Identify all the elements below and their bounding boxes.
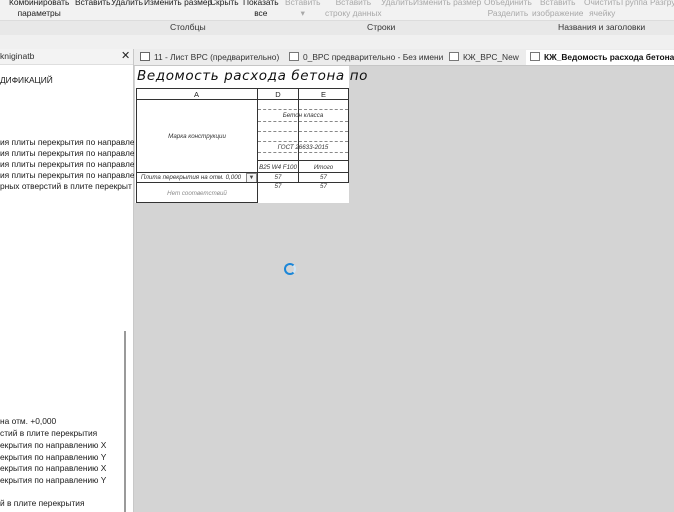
sheet-icon — [140, 52, 150, 61]
header-concrete-class[interactable]: Бетон класса — [258, 112, 348, 119]
browser-item[interactable]: екрытия по направлению X — [0, 463, 106, 473]
row-2-value-e[interactable]: 57 — [299, 183, 348, 190]
grid-line — [136, 202, 257, 203]
insert-row-button[interactable]: Вставить ▾ — [285, 0, 321, 19]
toolbar-gap — [0, 35, 674, 49]
view-icon — [289, 52, 299, 61]
close-icon[interactable]: ✕ — [121, 49, 130, 62]
schedule-table: Ведомость расхода бетона по A D E Марка … — [135, 66, 367, 203]
grid-line — [348, 88, 349, 182]
unhide-all-button[interactable]: Показать все — [243, 0, 279, 19]
header-mark-construction[interactable]: Марка конструкции — [137, 133, 257, 140]
cell-divider — [258, 121, 348, 122]
header-grade[interactable]: В25 W4 F100 — [258, 164, 298, 171]
browser-item[interactable]: екрытия по направлению Y — [0, 452, 106, 462]
column-header-a[interactable]: A — [136, 90, 257, 99]
tab-view-vrs[interactable]: 0_ВРС предварительно - Без имени — [285, 50, 444, 65]
tab-schedule-concrete[interactable]: КЖ_Ведомость расхода бетона... — [526, 50, 674, 65]
group-label-rows: Строки — [367, 22, 396, 32]
merge-unmerge-button[interactable]: Объединить Разделить — [484, 0, 532, 19]
browser-item[interactable]: на отм. +0,000 — [0, 416, 56, 426]
browser-scrollbar[interactable] — [124, 331, 126, 512]
browser-item[interactable]: екрытия по направлению Y — [0, 475, 106, 485]
tab-label: КЖ_ВРС_New — [463, 52, 519, 62]
group-button[interactable]: Группа — [621, 0, 648, 8]
browser-item[interactable]: ия плиты перекрытия по направле — [0, 170, 135, 180]
insert-data-row-button[interactable]: Вставить строку данных — [325, 0, 382, 19]
tab-label: КЖ_Ведомость расхода бетона... — [544, 52, 674, 62]
tab-sheet-11[interactable]: 11 - Лист ВРС (предварительно) — [136, 50, 286, 65]
delete-column-button[interactable]: Удалить — [111, 0, 143, 8]
browser-item[interactable]: стий в плите перекрытия — [0, 428, 97, 438]
row-2-value-d[interactable]: 57 — [258, 183, 298, 190]
ungroup-button[interactable]: Разгру — [650, 0, 674, 8]
cell-divider — [258, 131, 348, 132]
browser-item[interactable]: екрытия по направлению X — [0, 440, 106, 450]
header-total[interactable]: Итого — [299, 164, 348, 171]
cell-divider — [258, 109, 348, 110]
tab-label: 11 - Лист ВРС (предварительно) — [154, 52, 280, 62]
view-canvas[interactable]: Ведомость расхода бетона по A D E Марка … — [134, 66, 674, 512]
browser-item[interactable]: ия плиты перекрытия по направле — [0, 137, 135, 147]
hide-column-button[interactable]: Скрыть — [210, 0, 239, 8]
clear-cell-button[interactable]: Очистить ячейку — [584, 0, 620, 19]
browser-item[interactable]: рных отверстий в плите перекрыт — [0, 181, 132, 191]
schedule-icon — [449, 52, 459, 61]
grid-line — [136, 172, 349, 173]
ribbon-group-bar: Столбцы Строки Названия и заголовки — [0, 20, 674, 35]
row-1-value-d[interactable]: 57 — [258, 174, 298, 181]
combine-parameters-button[interactable]: Комбинировать параметры — [9, 0, 69, 19]
project-browser: kniginatb ✕ ДИФИКАЦИЙ ия плиты перекрыти… — [0, 49, 135, 512]
row-1-value-e[interactable]: 57 — [299, 174, 348, 181]
ribbon: Комбинировать параметры Вставить Удалить … — [0, 0, 674, 35]
grid-line — [136, 99, 349, 100]
cell-divider — [258, 152, 348, 153]
tab-schedule-vrs-new[interactable]: КЖ_ВРС_New — [445, 50, 526, 65]
column-header-e[interactable]: E — [299, 90, 348, 99]
insert-column-button[interactable]: Вставить — [75, 0, 111, 8]
delete-row-button[interactable]: Удалить — [381, 0, 413, 8]
browser-item[interactable]: ия плиты перекрытия по направле — [0, 148, 135, 158]
cell-divider — [258, 141, 348, 142]
group-label-titles: Названия и заголовки — [558, 22, 646, 32]
schedule-title: Ведомость расхода бетона по — [137, 68, 368, 84]
resize-row-button[interactable]: Изменить размер — [413, 0, 481, 8]
project-browser-header: kniginatb ✕ — [0, 49, 133, 65]
row-2-mark[interactable]: Нет соответствий — [137, 190, 257, 197]
tab-label: 0_ВРС предварительно - Без имени — [303, 52, 444, 62]
grid-line — [136, 88, 137, 203]
schedule-icon — [530, 52, 540, 61]
loading-spinner-icon — [284, 263, 296, 275]
insert-image-button[interactable]: Вставить изображение — [532, 0, 583, 19]
header-gost[interactable]: ГОСТ 26633-2015 — [258, 144, 348, 151]
view-tabs: 11 - Лист ВРС (предварительно) 0_ВРС пре… — [134, 49, 674, 66]
project-browser-title: kniginatb — [0, 51, 35, 61]
browser-item[interactable]: ия плиты перекрытия по направле — [0, 159, 135, 169]
browser-item[interactable]: й в плите перекрытия — [0, 498, 85, 508]
row-1-mark[interactable]: Плита перекрытия на отм. 0,000 — [137, 174, 245, 181]
grid-line — [136, 88, 349, 89]
browser-item[interactable]: ДИФИКАЦИЙ — [0, 75, 53, 85]
group-label-columns: Столбцы — [170, 22, 206, 32]
grid-line — [257, 160, 349, 161]
column-header-d[interactable]: D — [258, 90, 298, 99]
resize-column-button[interactable]: Изменить размер — [144, 0, 212, 8]
